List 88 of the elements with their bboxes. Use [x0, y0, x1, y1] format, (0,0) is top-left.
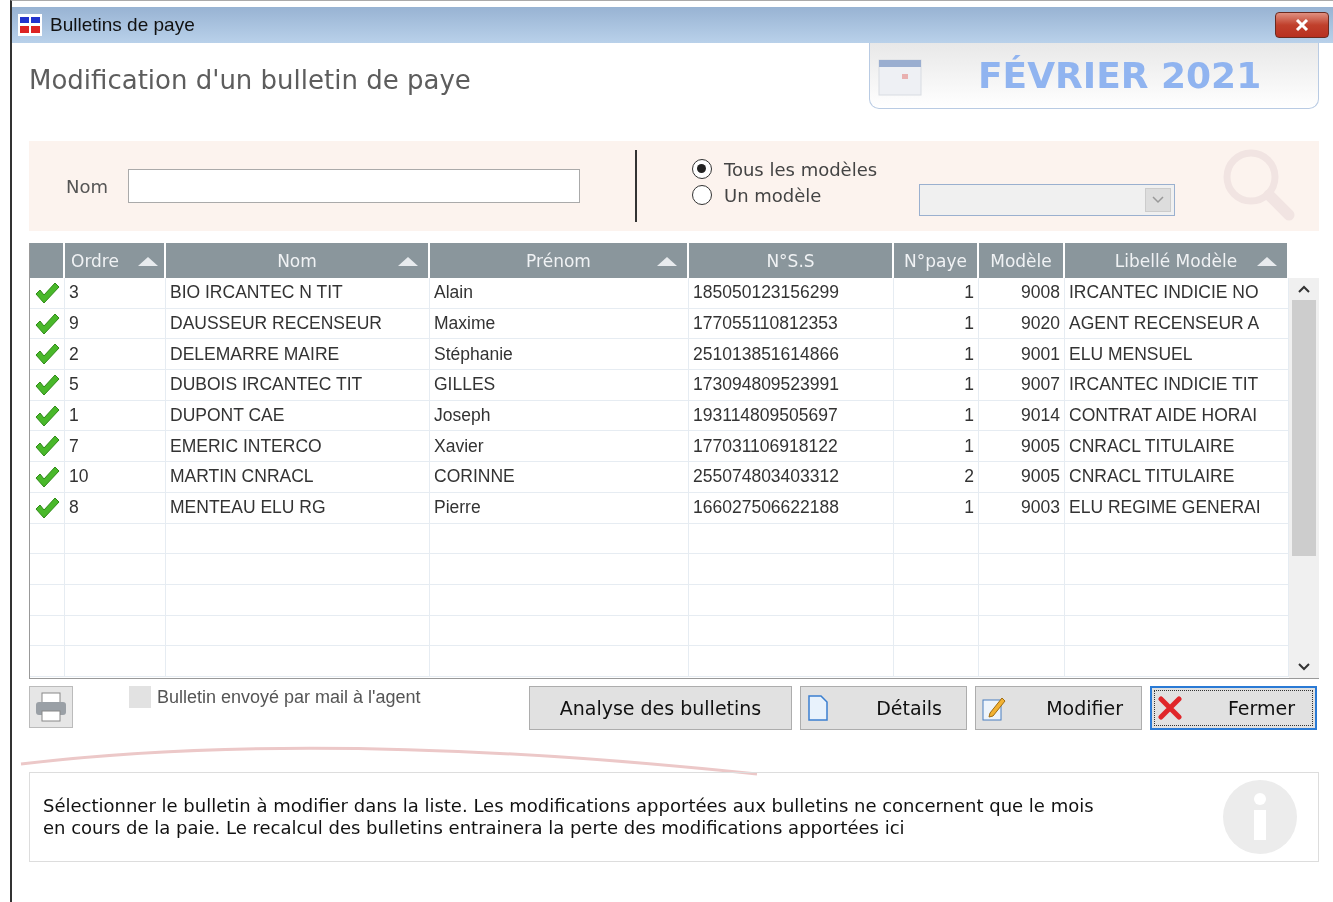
x-mark-icon — [1158, 696, 1182, 720]
window-title: Bulletins de paye — [50, 14, 196, 36]
column-header — [30, 243, 65, 278]
info-text: Sélectionner le bulletin à modifier dans la liste. Les modifications apportées aux bulletins ne concernent que le mois en cours de la paie. Le recalcul des bulletins entrainera la perte des modifications apportées ici — [43, 795, 1095, 839]
table-cell: 9007 — [979, 370, 1065, 400]
table-cell: 9014 — [979, 400, 1065, 431]
radio-label: Tous les modèles — [724, 158, 878, 180]
table-cell: 1 — [894, 431, 979, 462]
checkbox-label: Bulletin envoyé par mail à l'agent — [157, 686, 421, 708]
table-cell: 3 — [65, 278, 166, 308]
table-cell: 1 — [894, 370, 979, 400]
scroll-down-icon — [1297, 662, 1311, 672]
table-cell: 7 — [65, 431, 166, 462]
document-icon — [807, 695, 829, 721]
table-cell: 1 — [894, 492, 979, 523]
table-cell: 251013851614866 — [689, 339, 894, 370]
column-header[interactable]: Libellé Modèle — [1065, 243, 1289, 278]
table-cell: 255074803403312 — [689, 462, 894, 492]
action-button[interactable]: Analyse des bulletins — [529, 686, 792, 730]
table-cell: EMERIC INTERCO — [166, 431, 430, 462]
scrollbar[interactable] — [1289, 278, 1319, 678]
close-button[interactable] — [1275, 12, 1329, 38]
table-cell: 1 — [65, 400, 166, 431]
table-cell: 9001 — [979, 339, 1065, 370]
column-header[interactable]: Ordre — [65, 243, 166, 278]
column-header[interactable]: N°S.S — [689, 243, 894, 278]
scroll-up-icon — [1297, 284, 1311, 294]
table-cell: 8 — [65, 492, 166, 523]
table-cell: 177031106918122 — [689, 431, 894, 462]
table-cell: Joseph — [430, 400, 689, 431]
table-cell: 9005 — [979, 431, 1065, 462]
table-cell: CORINNE — [430, 462, 689, 492]
table-cell: 9005 — [979, 462, 1065, 492]
sort-icon — [398, 256, 418, 266]
table-cell: MENTEAU ELU RG — [166, 492, 430, 523]
column-header[interactable]: Prénom — [430, 243, 689, 278]
printer-icon — [34, 691, 68, 723]
chevron-down-icon — [1152, 196, 1165, 204]
table-cell: DAUSSEUR RECENSEUR — [166, 308, 430, 339]
table-cell: 173094809523991 — [689, 370, 894, 400]
print-button[interactable] — [29, 686, 73, 728]
pencil-icon — [982, 695, 1006, 721]
table-cell: 1 — [894, 278, 979, 308]
table-cell: 9 — [65, 308, 166, 339]
table-cell: 1 — [894, 308, 979, 339]
table-cell: GILLES — [430, 370, 689, 400]
name-field[interactable] — [128, 169, 580, 203]
table-cell: Xavier — [430, 431, 689, 462]
table-cell: 2 — [894, 462, 979, 492]
table-cell: 1 — [894, 400, 979, 431]
scroll-thumb[interactable] — [1292, 300, 1316, 556]
action-button[interactable]: Fermer — [1150, 686, 1317, 730]
name-label: Nom — [66, 175, 109, 197]
sort-icon — [138, 255, 158, 266]
action-button[interactable]: Détails — [800, 686, 967, 730]
sort-icon — [657, 256, 677, 266]
table-cell: Pierre — [430, 492, 689, 523]
radio-label: Un modèle — [724, 184, 822, 206]
table-cell: 10 — [65, 462, 166, 492]
table-cell: 193114809505697 — [689, 400, 894, 431]
table-cell: 177055110812353 — [689, 308, 894, 339]
column-header[interactable]: Nom — [166, 243, 430, 278]
page-title: Modification d'un bulletin de paye — [29, 65, 471, 95]
table-cell: 2 — [65, 339, 166, 370]
table-cell: DUBOIS IRCANTEC TIT — [166, 370, 430, 400]
radio-button[interactable] — [692, 159, 712, 179]
close-icon — [1294, 19, 1310, 31]
table-cell: 9003 — [979, 492, 1065, 523]
table-cell: 166027506622188 — [689, 492, 894, 523]
table-cell: 1 — [894, 339, 979, 370]
table-cell: 5 — [65, 370, 166, 400]
table-cell: 9008 — [979, 278, 1065, 308]
table-cell: 185050123156299 — [689, 278, 894, 308]
action-button[interactable]: Modifier — [975, 686, 1142, 730]
column-header[interactable]: Modèle — [979, 243, 1065, 278]
column-header[interactable]: N°paye — [894, 243, 979, 278]
table-cell: Alain — [430, 278, 689, 308]
table-cell: 9020 — [979, 308, 1065, 339]
table-cell: MARTIN CNRACL — [166, 462, 430, 492]
sort-icon — [1257, 256, 1277, 266]
table-cell: Stéphanie — [430, 339, 689, 370]
table-cell: BIO IRCANTEC N TIT — [166, 278, 430, 308]
table-cell: Maxime — [430, 308, 689, 339]
radio-button[interactable] — [692, 185, 712, 205]
period-label: FÉVRIER 2021 — [978, 55, 1262, 96]
app-logo-icon — [18, 14, 42, 36]
table-cell: DELEMARRE MAIRE — [166, 339, 430, 370]
table-cell: DUPONT CAE — [166, 400, 430, 431]
